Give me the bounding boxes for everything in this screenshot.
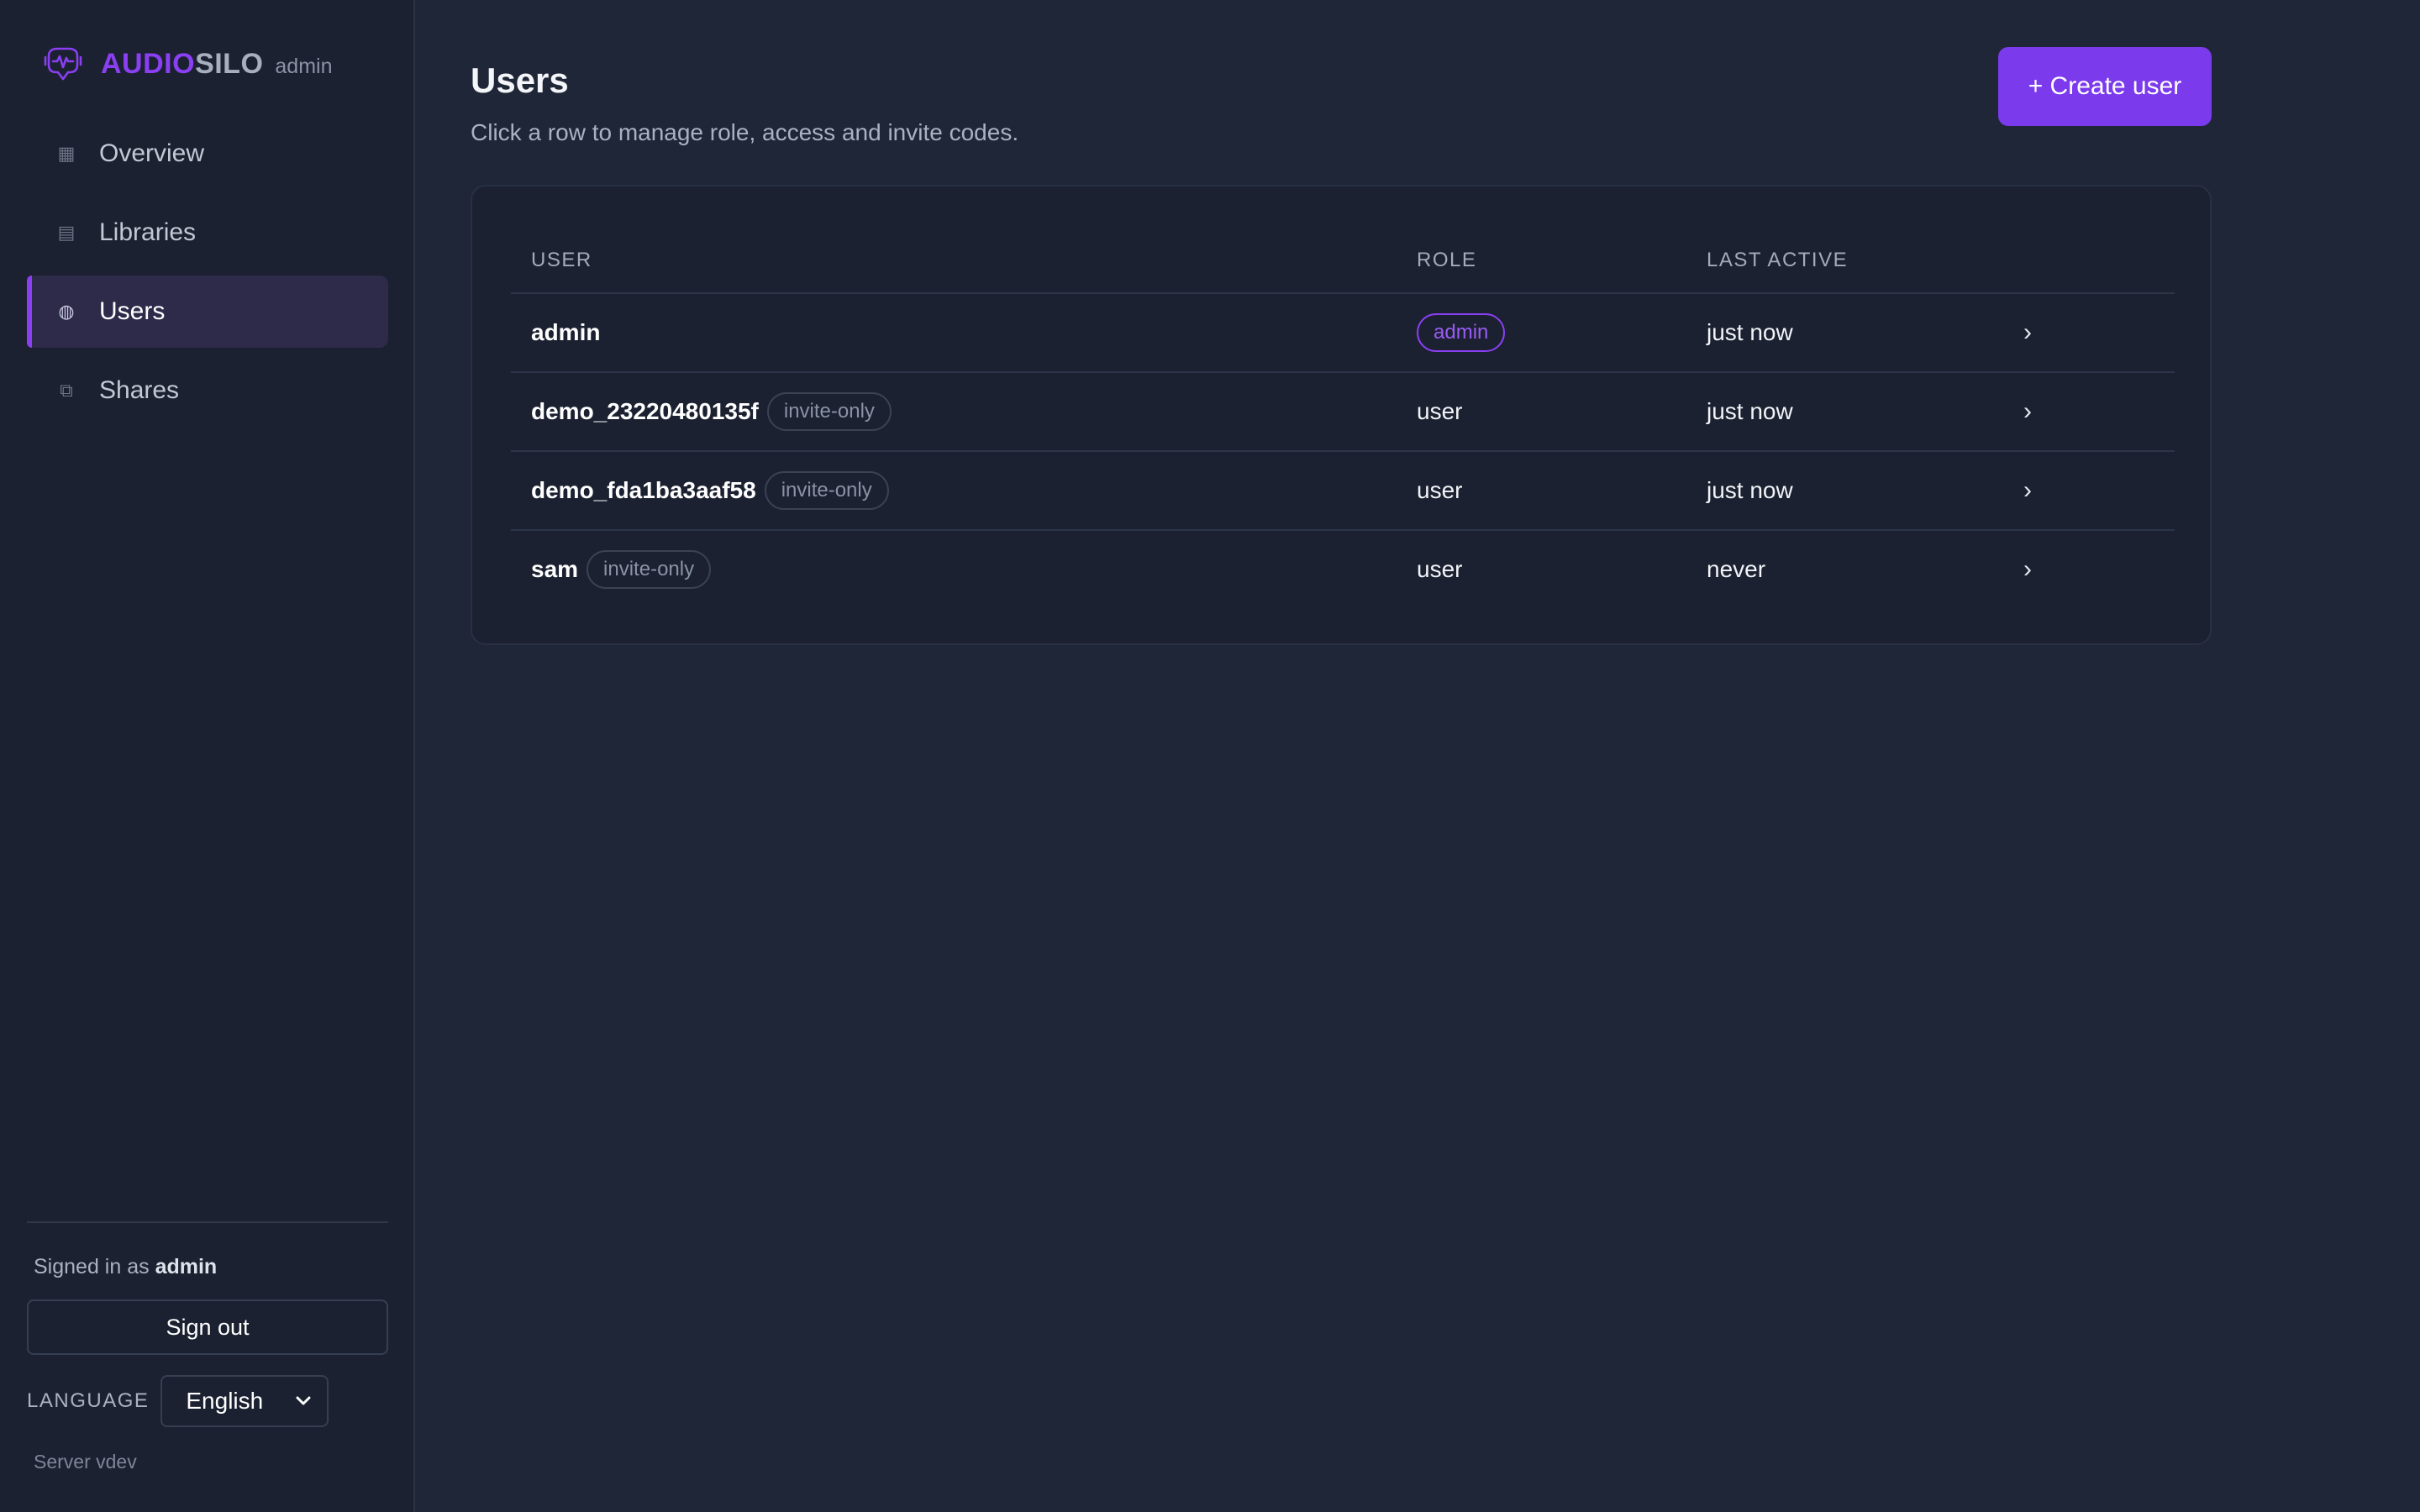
table-header: USER ROLE LAST ACTIVE [511,227,2175,294]
sidebar-item-label: Users [99,297,166,325]
brand-name-audio: AUDIO [101,47,196,80]
chevron-right-icon: › [2023,397,2032,425]
shares-icon: ⧉ [60,380,73,401]
language-select-value: English [186,1388,264,1414]
role-cell: admin [1417,294,1506,371]
invite-only-badge: invite-only [764,471,889,510]
footer-divider [27,1221,388,1223]
language-label: LANGUAGE [27,1389,150,1412]
signed-in-prefix: Signed in as [34,1255,150,1278]
sidebar-item-label: Libraries [99,218,197,246]
column-header-role: ROLE [1417,249,1477,271]
sidebar-item-users[interactable]: ◍ Users [27,276,388,348]
chevron-right-icon: › [2023,318,2032,346]
brand-name-silo: SILO [195,47,264,80]
username: sam [531,556,579,582]
column-header-user: USER [531,249,592,271]
sidebar-item-overview[interactable]: ▦ Overview [27,118,388,190]
audiosilo-logo-icon [44,47,82,81]
username: demo_fda1ba3aaf58 [531,477,756,503]
chevron-right-icon: › [2023,555,2032,583]
chevron-right-icon: › [2023,476,2032,504]
role-cell: user [1417,398,1463,424]
role-cell: user [1417,477,1463,503]
role-badge-admin: admin [1417,313,1506,352]
user-cell: demo_fda1ba3aaf58 invite-only [531,452,889,529]
invite-only-badge: invite-only [766,392,892,431]
page-subtitle: Click a row to manage role, access and i… [471,119,1019,145]
last-active-cell: just now [1707,398,1793,424]
sidebar-item-libraries[interactable]: ▤ Libraries [27,197,388,269]
sidebar: AUDIO SILO admin ▦ Overview ▤ Libraries ◍… [0,0,415,1512]
app-root: AUDIO SILO admin ▦ Overview ▤ Libraries ◍… [0,0,2420,1512]
users-table-card: USER ROLE LAST ACTIVE admin admin just n… [471,185,2212,645]
language-select[interactable]: English [160,1375,329,1427]
username: demo_23220480135f [531,398,759,424]
signed-in-user: admin [155,1255,218,1278]
user-cell: admin [531,294,600,371]
sidebar-item-shares[interactable]: ⧉ Shares [27,354,388,427]
chevron-down-icon [296,1396,311,1405]
create-user-button[interactable]: + Create user [1998,47,2212,126]
table-row[interactable]: demo_fda1ba3aaf58 invite-only user just … [511,452,2175,531]
sidebar-item-label: Overview [99,139,205,167]
sign-out-button[interactable]: Sign out [27,1299,388,1355]
users-icon: ◍ [58,301,75,322]
user-cell: demo_23220480135f invite-only [531,373,892,450]
sidebar-footer: Signed in as admin Sign out LANGUAGE Eng… [27,1221,388,1473]
sidebar-item-label: Shares [99,376,180,404]
overview-icon: ▦ [57,143,76,164]
server-version: Server vdev [34,1451,137,1473]
signed-in-text: Signed in as admin [34,1255,388,1279]
libraries-icon: ▤ [57,222,76,243]
sidebar-nav: ▦ Overview ▤ Libraries ◍ Users ⧉ Shares [27,118,388,433]
table-row[interactable]: demo_23220480135f invite-only user just … [511,373,2175,452]
invite-only-badge: invite-only [587,550,712,589]
column-header-last-active: LAST ACTIVE [1707,249,1849,271]
page-title: Users [471,60,569,100]
last-active-cell: just now [1707,477,1793,503]
role-cell: user [1417,556,1463,582]
last-active-cell: just now [1707,319,1793,345]
users-table: USER ROLE LAST ACTIVE admin admin just n… [511,227,2175,610]
username: admin [531,319,601,345]
last-active-cell: never [1707,556,1766,582]
table-row[interactable]: sam invite-only user never › [511,531,2175,610]
language-row: LANGUAGE English [27,1375,388,1427]
table-row[interactable]: admin admin just now › [511,294,2175,373]
user-cell: sam invite-only [531,531,712,608]
brand[interactable]: AUDIO SILO admin [42,42,333,86]
brand-role-label: admin [275,54,333,78]
